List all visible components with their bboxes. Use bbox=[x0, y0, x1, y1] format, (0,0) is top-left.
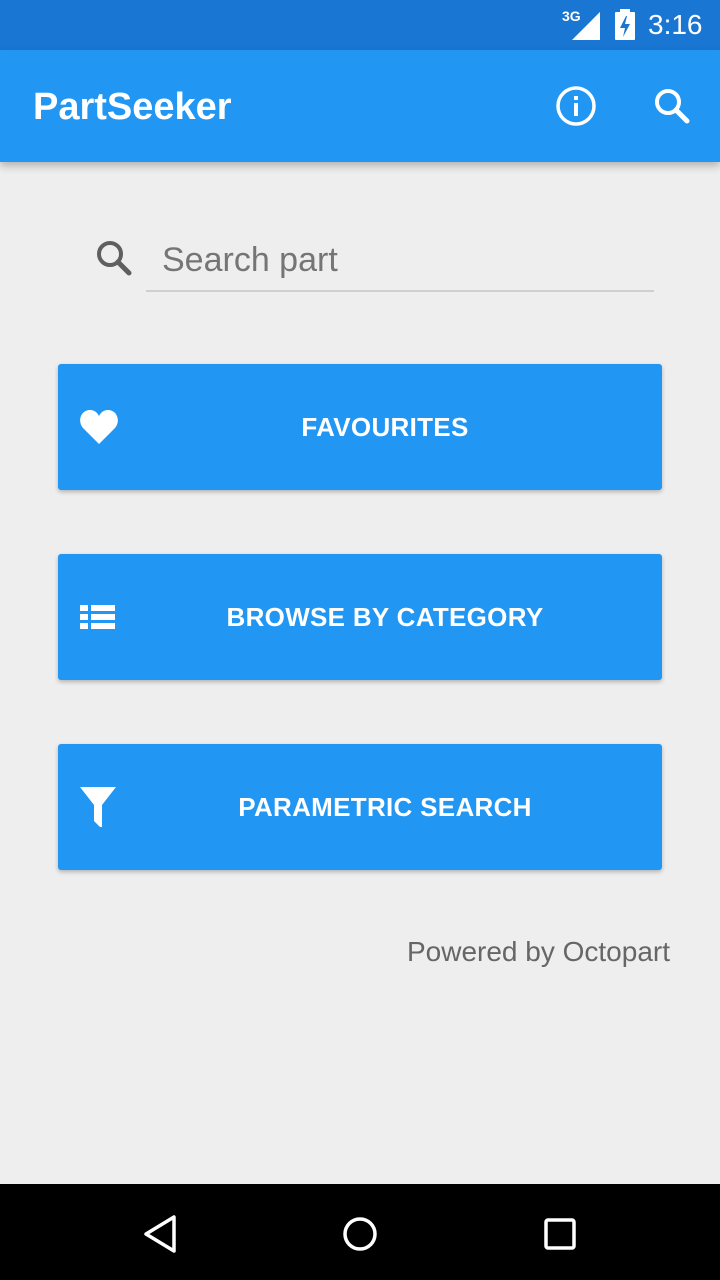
app-bar: PartSeeker bbox=[0, 50, 720, 162]
search-part-row bbox=[90, 230, 660, 294]
recents-button[interactable] bbox=[534, 1208, 586, 1260]
back-icon bbox=[144, 1215, 176, 1253]
powered-by-octopart: Powered by Octopart bbox=[406, 936, 670, 967]
favourites-label: FAVOURITES bbox=[301, 411, 469, 442]
parametric-search-button[interactable]: PARAMETRIC SEARCH bbox=[58, 744, 662, 870]
back-button[interactable] bbox=[134, 1208, 186, 1260]
search-part-input[interactable] bbox=[146, 230, 654, 292]
status-time: 3:16 bbox=[648, 9, 703, 40]
battery-charging-icon bbox=[614, 9, 636, 41]
cellular-signal-icon: 3G bbox=[562, 8, 602, 42]
app-title: PartSeeker bbox=[33, 86, 232, 128]
search-icon bbox=[655, 89, 690, 124]
status-bar: 3G 3:16 bbox=[0, 0, 720, 50]
home-button[interactable] bbox=[334, 1208, 386, 1260]
parametric-search-label: PARAMETRIC SEARCH bbox=[238, 791, 532, 822]
system-nav-bar bbox=[0, 1184, 720, 1280]
browse-by-category-label: BROWSE BY CATEGORY bbox=[226, 601, 544, 632]
search-icon bbox=[97, 241, 132, 276]
recents-icon bbox=[544, 1218, 576, 1250]
favourites-button[interactable]: FAVOURITES bbox=[58, 364, 662, 490]
home-icon bbox=[343, 1217, 377, 1251]
info-button[interactable] bbox=[548, 78, 604, 134]
search-button[interactable] bbox=[644, 78, 700, 134]
info-icon bbox=[556, 86, 596, 126]
browse-by-category-button[interactable]: BROWSE BY CATEGORY bbox=[58, 554, 662, 680]
